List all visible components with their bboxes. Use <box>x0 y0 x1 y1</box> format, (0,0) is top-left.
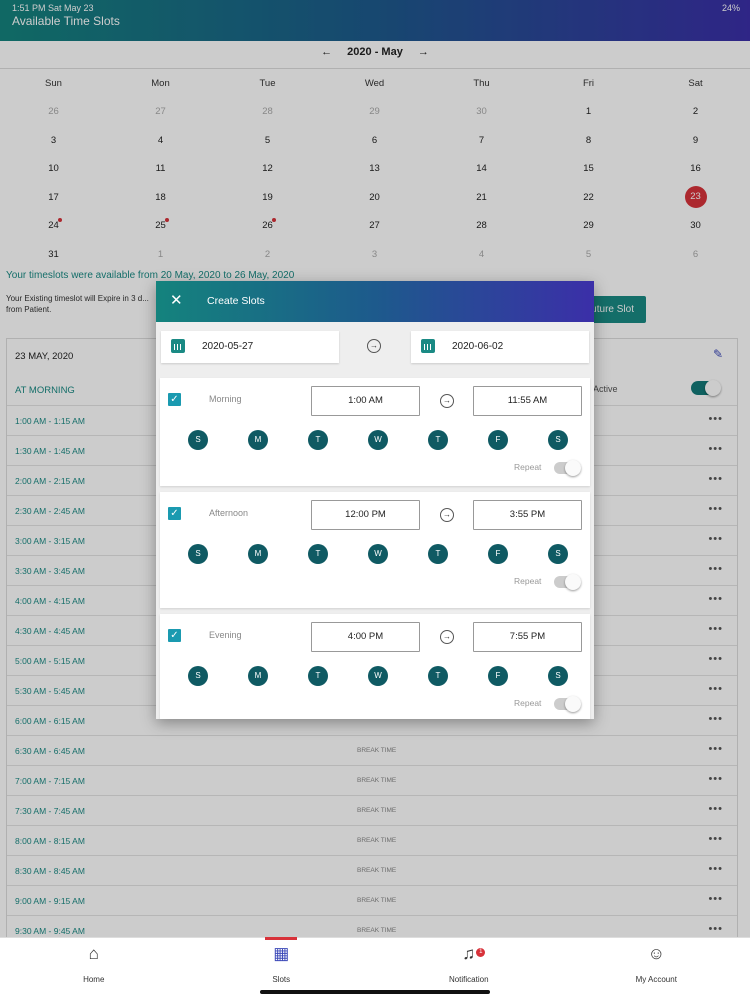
nav-my-account[interactable]: ☺ My Account <box>563 938 750 1000</box>
weekday-toggle[interactable]: S <box>548 666 568 686</box>
weekday-selector: SMTWTFS <box>188 430 594 450</box>
weekday-toggle[interactable]: S <box>188 544 208 564</box>
weekday-selector: SMTWTFS <box>188 544 594 564</box>
weekday-toggle[interactable]: S <box>188 666 208 686</box>
weekday-selector: SMTWTFS <box>188 666 594 686</box>
period-checkbox[interactable]: ✓ <box>168 393 181 406</box>
user-icon: ☺ <box>647 944 665 963</box>
weekday-toggle[interactable]: T <box>308 430 328 450</box>
repeat-label: Repeat <box>514 462 542 472</box>
start-date-field[interactable]: 2020-05-27 <box>161 331 339 363</box>
close-icon[interactable]: ✕ <box>170 291 183 309</box>
repeat-label: Repeat <box>514 576 542 586</box>
period-card: ✓ Afternoon 12:00 PM → 3:55 PM S M T W T F S Repeat <box>160 492 590 608</box>
home-indicator <box>260 990 490 994</box>
period-checkbox[interactable]: ✓ <box>168 629 181 642</box>
weekday-toggle[interactable]: T <box>308 544 328 564</box>
period-name: Afternoon <box>209 508 249 518</box>
weekday-toggle[interactable]: W <box>368 430 388 450</box>
end-date-field[interactable]: 2020-06-02 <box>411 331 589 363</box>
create-slots-dialog: ✕ Create Slots 2020-05-27 → 2020-06-02 ✓… <box>156 281 594 719</box>
period-checkbox[interactable]: ✓ <box>168 507 181 520</box>
date-range: 2020-05-27 → 2020-06-02 <box>161 331 589 363</box>
arrow-right-icon: → <box>440 394 454 408</box>
weekday-toggle[interactable]: W <box>368 666 388 686</box>
to-time-field[interactable]: 11:55 AM <box>473 386 582 416</box>
to-time-field[interactable]: 3:55 PM <box>473 500 582 530</box>
nav-label: Slots <box>272 975 291 984</box>
weekday-toggle[interactable]: M <box>248 666 268 686</box>
end-date-value: 2020-06-02 <box>452 341 504 352</box>
to-time-field[interactable]: 7:55 PM <box>473 622 582 652</box>
nav-label: Notification <box>448 975 489 984</box>
weekday-toggle[interactable]: S <box>548 544 568 564</box>
weekday-toggle[interactable]: T <box>428 544 448 564</box>
nav-home[interactable]: ⌂ Home <box>0 938 188 1000</box>
home-icon: ⌂ <box>88 944 99 963</box>
from-time-field[interactable]: 1:00 AM <box>311 386 420 416</box>
weekday-toggle[interactable]: S <box>548 430 568 450</box>
arrow-right-icon: → <box>440 508 454 522</box>
weekday-toggle[interactable]: F <box>488 544 508 564</box>
weekday-toggle[interactable]: F <box>488 666 508 686</box>
nav-label: My Account <box>635 975 677 984</box>
notification-badge: 1 <box>476 948 486 957</box>
calendar-icon <box>421 339 435 353</box>
nav-label: Home <box>83 975 105 984</box>
period-name: Evening <box>209 630 242 640</box>
dialog-header: ✕ Create Slots <box>156 281 594 322</box>
from-time-field[interactable]: 4:00 PM <box>311 622 420 652</box>
period-name: Morning <box>209 394 242 404</box>
dialog-title: Create Slots <box>207 295 265 307</box>
arrow-right-icon: → <box>440 630 454 644</box>
weekday-toggle[interactable]: T <box>428 666 448 686</box>
period-card: ✓ Evening 4:00 PM → 7:55 PM S M T W T F S Repeat <box>160 614 590 719</box>
calendar-icon <box>171 339 185 353</box>
bell-icon: ♫ <box>462 944 476 963</box>
weekday-toggle[interactable]: T <box>308 666 328 686</box>
arrow-right-icon: → <box>367 339 381 353</box>
weekday-toggle[interactable]: M <box>248 430 268 450</box>
period-card: ✓ Morning 1:00 AM → 11:55 AM S M T W T F S Repeat <box>160 378 590 486</box>
from-time-field[interactable]: 12:00 PM <box>311 500 420 530</box>
weekday-toggle[interactable]: S <box>188 430 208 450</box>
weekday-toggle[interactable]: T <box>428 430 448 450</box>
calendar-icon: ▦ <box>273 944 290 963</box>
repeat-toggle[interactable] <box>554 460 581 476</box>
weekday-toggle[interactable]: W <box>368 544 388 564</box>
weekday-toggle[interactable]: M <box>248 544 268 564</box>
start-date-value: 2020-05-27 <box>202 341 254 352</box>
repeat-toggle[interactable] <box>554 574 581 590</box>
repeat-toggle[interactable] <box>554 696 581 712</box>
weekday-toggle[interactable]: F <box>488 430 508 450</box>
repeat-label: Repeat <box>514 698 542 708</box>
